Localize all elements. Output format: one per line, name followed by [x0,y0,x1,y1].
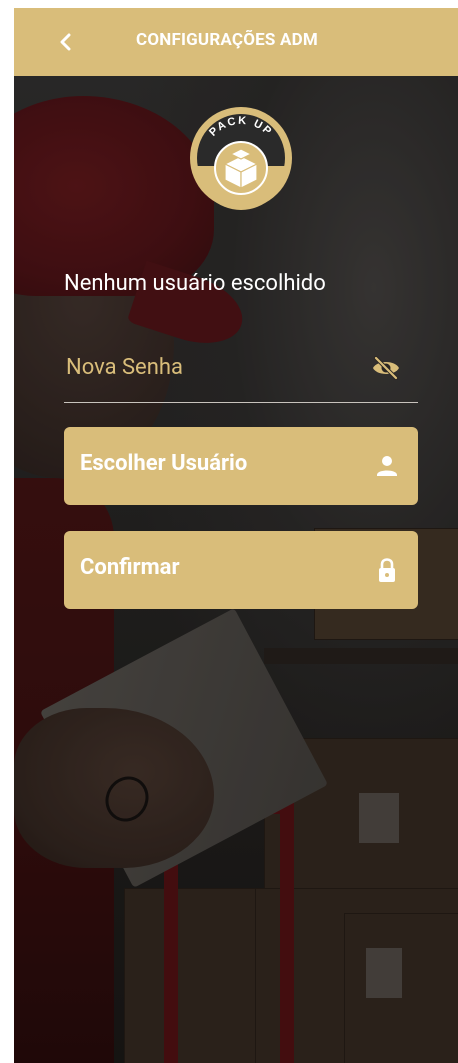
pack-up-logo: PACK UP [189,104,293,212]
new-password-field [64,338,418,403]
person-icon [377,456,397,476]
new-password-input[interactable] [64,348,358,386]
toggle-password-visibility-button[interactable] [370,354,402,382]
chevron-left-icon [60,33,71,51]
page-title: CONFIGURAÇÕES ADM [136,30,318,50]
back-button[interactable] [52,28,80,56]
confirm-button[interactable]: Confirmar [64,531,418,609]
admin-settings-screen: CONFIGURAÇÕES ADM PACK UP Nenhum usuário… [14,8,458,1063]
app-header: CONFIGURAÇÕES ADM [14,8,458,76]
choose-user-label: Escolher Usuário [80,451,248,476]
lock-icon [379,558,395,582]
selected-user-text: Nenhum usuário escolhido [64,271,326,296]
choose-user-button[interactable]: Escolher Usuário [64,427,418,505]
eye-off-icon [373,356,399,380]
confirm-label: Confirmar [80,555,180,580]
